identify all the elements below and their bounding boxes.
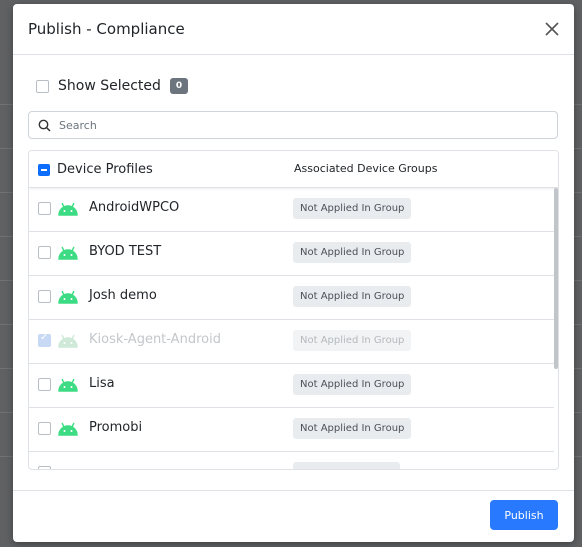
row-profile-name: BYOD TEST	[89, 244, 162, 259]
search-input[interactable]	[57, 117, 541, 133]
android-icon	[58, 378, 78, 392]
row-status-badge: Not Applied In Group	[293, 198, 412, 219]
close-icon[interactable]	[543, 20, 561, 38]
select-all-checkbox[interactable]	[38, 164, 50, 176]
row-status-badge: Not Applied In Group	[293, 374, 412, 395]
row-checkbox[interactable]	[38, 290, 51, 303]
row-checkbox[interactable]	[38, 422, 51, 435]
column-header-associated-groups: Associated Device Groups	[294, 162, 438, 175]
table-scrollbar[interactable]	[554, 188, 558, 369]
row-checkbox[interactable]	[38, 466, 51, 469]
modal-footer: Publish	[13, 490, 574, 542]
row-status-badge: Not Applied In Group	[293, 286, 412, 307]
search-icon	[38, 119, 51, 132]
row-checkbox	[38, 332, 51, 347]
modal-header: Publish - Compliance	[13, 4, 574, 55]
table-rows: AndroidWPCO Not Applied In Group BYOD TE…	[29, 188, 554, 469]
android-icon	[58, 334, 78, 348]
android-icon	[58, 422, 78, 436]
row-profile-name: Lisa	[89, 376, 115, 391]
row-status-badge	[293, 462, 400, 469]
table-row[interactable]: Promobi Not Applied In Group	[29, 408, 554, 452]
table-row-partial[interactable]	[29, 452, 554, 469]
row-profile-name: Promobi	[89, 420, 143, 435]
search-box[interactable]	[28, 111, 558, 139]
show-selected-checkbox[interactable]	[36, 79, 49, 93]
modal-title: Publish - Compliance	[28, 20, 185, 38]
table-row[interactable]: BYOD TEST Not Applied In Group	[29, 232, 554, 276]
row-checkbox[interactable]	[38, 202, 51, 215]
row-checkbox[interactable]	[38, 378, 51, 391]
table-row[interactable]: Josh demo Not Applied In Group	[29, 276, 554, 320]
android-icon	[58, 246, 78, 260]
android-icon	[58, 290, 78, 304]
table-row[interactable]: AndroidWPCO Not Applied In Group	[29, 188, 554, 232]
row-profile-name: AndroidWPCO	[89, 200, 180, 215]
selected-count-badge: 0	[169, 78, 189, 94]
row-status-badge: Not Applied In Group	[293, 330, 412, 351]
android-icon	[58, 202, 78, 216]
show-selected-label: Show Selected	[58, 78, 161, 94]
publish-button[interactable]: Publish	[490, 500, 558, 530]
table-header: Device Profiles Associated Device Groups	[29, 151, 558, 188]
publish-modal: Publish - Compliance Show Selected 0 Dev…	[13, 4, 574, 542]
row-status-badge: Not Applied In Group	[293, 242, 412, 263]
column-header-device-profiles: Device Profiles	[57, 162, 153, 177]
table-row: Kiosk-Agent-Android Not Applied In Group	[29, 320, 554, 364]
row-checkbox[interactable]	[38, 246, 51, 259]
show-selected-toggle[interactable]: Show Selected 0	[36, 76, 189, 96]
row-status-badge: Not Applied In Group	[293, 418, 412, 439]
row-profile-name: Josh demo	[89, 288, 157, 303]
device-profiles-table: Device Profiles Associated Device Groups…	[28, 150, 559, 470]
table-row[interactable]: Lisa Not Applied In Group	[29, 364, 554, 408]
row-profile-name: Kiosk-Agent-Android	[89, 332, 221, 347]
